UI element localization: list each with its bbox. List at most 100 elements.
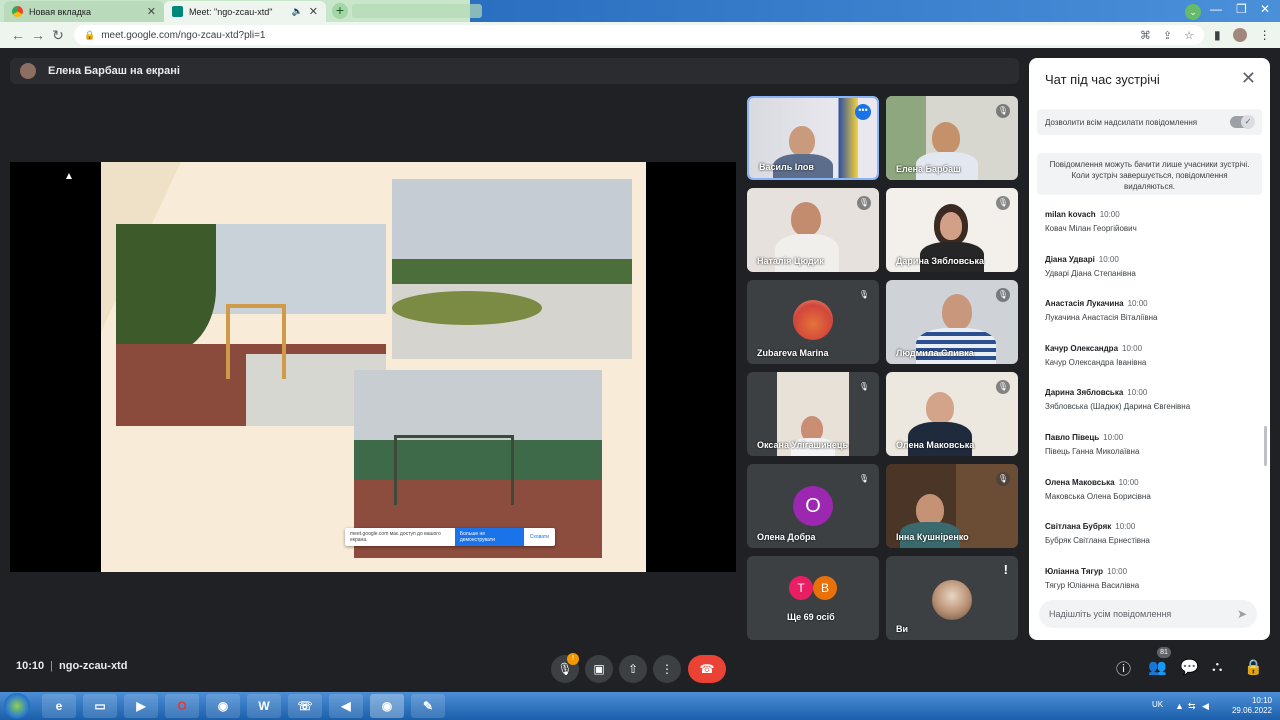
message-text: Удварі Діана Степанівна bbox=[1045, 269, 1136, 278]
presenter-avatar bbox=[20, 63, 36, 79]
maximize-button[interactable]: ❐ bbox=[1236, 2, 1247, 16]
message-text: Лукачина Анастасія Віталіївна bbox=[1045, 313, 1158, 322]
paint-icon[interactable]: ✎ bbox=[411, 694, 445, 718]
hide-notice-button[interactable]: Сховати bbox=[524, 534, 555, 540]
send-icon[interactable]: ➤ bbox=[1237, 607, 1247, 621]
host-controls-icon[interactable]: 🔒 bbox=[1244, 658, 1263, 676]
media-player-icon[interactable]: ▶ bbox=[124, 694, 158, 718]
message-text: Тягур Юліанна Василівна bbox=[1045, 581, 1140, 590]
participant-avatar bbox=[793, 300, 833, 340]
chat-input-placeholder: Надішліть усім повідомлення bbox=[1049, 609, 1172, 619]
internet-explorer-icon[interactable]: e bbox=[42, 694, 76, 718]
self-tile[interactable]: ! Ви bbox=[886, 556, 1018, 640]
shared-screen[interactable]: meet.google.com має доступ до вашого екр… bbox=[10, 162, 736, 572]
mic-off-icon: 🎙 bbox=[857, 380, 871, 394]
minimize-button[interactable]: — bbox=[1210, 2, 1222, 16]
volume-icon[interactable]: ◀ bbox=[1202, 701, 1209, 712]
tab-close-icon[interactable]: ✕ bbox=[309, 5, 318, 18]
meeting-details-icon[interactable]: ⓘ bbox=[1116, 658, 1131, 679]
new-tab-button[interactable]: + bbox=[332, 3, 348, 19]
side-panel-icon[interactable]: ▮ bbox=[1214, 28, 1221, 42]
participant-tile[interactable]: 🎙 Інна Кушніренко bbox=[886, 464, 1018, 548]
more-options-button[interactable]: ⋮ bbox=[653, 655, 681, 683]
chat-icon[interactable]: 💬 bbox=[1180, 658, 1199, 676]
file-explorer-icon[interactable]: ▭ bbox=[83, 694, 117, 718]
chat-message: Качур Олександра 10:00 Качур Олександра І… bbox=[1045, 340, 1255, 367]
participant-tile[interactable]: О 🎙 Олена Добра bbox=[747, 464, 879, 548]
viber-icon[interactable]: ☏ bbox=[288, 694, 322, 718]
participant-tile[interactable]: 🎙 Людмила Сливка bbox=[886, 280, 1018, 364]
participant-tile[interactable]: 🎙 Zubareva Marina bbox=[747, 280, 879, 364]
language-indicator[interactable]: UK bbox=[1152, 700, 1163, 709]
camera-button[interactable]: ▣ bbox=[585, 655, 613, 683]
participant-tile[interactable]: 🎙 Оксана Улігашинець bbox=[747, 372, 879, 456]
participant-name: Людмила Сливка bbox=[896, 348, 974, 358]
start-button[interactable] bbox=[4, 693, 30, 719]
mic-warning-badge: ! bbox=[567, 653, 579, 665]
message-sender: milan kovach bbox=[1045, 210, 1096, 219]
share-icon[interactable]: ⇪ bbox=[1163, 29, 1172, 42]
participant-tile[interactable]: 🎙 Олена Маковська bbox=[886, 372, 1018, 456]
allow-messages-toggle[interactable] bbox=[1230, 115, 1255, 129]
reload-icon[interactable]: ↻ bbox=[48, 27, 68, 44]
profile-avatar[interactable] bbox=[1232, 28, 1247, 42]
tray-arrow-icon[interactable]: ▲ bbox=[1175, 701, 1184, 711]
volume-app-icon[interactable]: ◀ bbox=[329, 694, 363, 718]
meeting-info: 10:10 | ngo-zcau-xtd bbox=[16, 660, 127, 672]
taskbar-time: 10:10 bbox=[1251, 696, 1272, 705]
message-time: 10:00 bbox=[1107, 567, 1128, 576]
participant-tile[interactable]: 🎙 Дарина Зябловська bbox=[886, 188, 1018, 272]
chat-message: Світлана Бубряк 10:00 Бубряк Світлана Ерн… bbox=[1045, 518, 1255, 545]
forward-icon[interactable]: → bbox=[28, 27, 48, 43]
window-close-button[interactable]: ✕ bbox=[1260, 2, 1270, 16]
taskbar-clock[interactable]: 10:10 29.06.2022 bbox=[1232, 696, 1272, 716]
chat-message: Анастасія Лукачина 10:00 Лукачина Анастас… bbox=[1045, 295, 1255, 322]
chat-scrollbar[interactable] bbox=[1264, 426, 1267, 466]
more-options-icon[interactable]: ••• bbox=[855, 104, 871, 120]
tab-meet[interactable]: Meet: "ngo-zcau-xtd" 🔈 ✕ bbox=[164, 1, 326, 22]
speaker-icon[interactable]: 🔈 bbox=[292, 6, 303, 17]
activities-icon[interactable]: ⛬ bbox=[1212, 658, 1223, 675]
tab-new-tab[interactable]: Новая вкладка ✕ bbox=[4, 1, 164, 22]
chat-input[interactable]: Надішліть усім повідомлення ➤ bbox=[1039, 600, 1257, 628]
separator: | bbox=[50, 660, 53, 672]
end-call-button[interactable]: ☎ bbox=[688, 655, 726, 683]
close-icon[interactable]: ✕ bbox=[1241, 68, 1256, 89]
playground-photo-2 bbox=[392, 179, 632, 359]
back-icon[interactable]: ← bbox=[8, 27, 28, 43]
message-text: Зябловська (Шадюк) Дарина Євгенівна bbox=[1045, 402, 1191, 411]
browser-menu-icon[interactable]: ⋮ bbox=[1259, 28, 1271, 42]
allow-messages-label: Дозволити всім надсилати повідомлення bbox=[1045, 117, 1198, 127]
message-time: 10:00 bbox=[1115, 522, 1136, 531]
people-icon[interactable]: 👥 bbox=[1148, 658, 1167, 676]
mic-off-icon: 🎙 bbox=[996, 288, 1010, 302]
tab-close-icon[interactable]: ✕ bbox=[147, 5, 156, 18]
chat-message: Олена Маковська 10:00 Маковська Олена Бор… bbox=[1045, 474, 1255, 501]
address-bar[interactable]: 🔒 meet.google.com/ngo-zcau-xtd?pli=1 ⌘ ⇪… bbox=[74, 25, 1204, 45]
word-icon[interactable]: W bbox=[247, 694, 281, 718]
message-time: 10:00 bbox=[1127, 388, 1148, 397]
alert-icon: ! bbox=[1003, 562, 1008, 577]
participant-tile[interactable]: 🎙 Наталія Цюдик bbox=[747, 188, 879, 272]
participant-avatar: B bbox=[813, 576, 837, 600]
translate-icon[interactable]: ⌘ bbox=[1140, 29, 1151, 42]
message-text: Ковач Мілан Георгійович bbox=[1045, 224, 1137, 233]
message-sender: Анастасія Лукачина bbox=[1045, 299, 1124, 308]
chrome-icon[interactable]: ◉ bbox=[206, 694, 240, 718]
stop-sharing-button[interactable]: Больше не демонструвати bbox=[454, 528, 524, 546]
participant-tile[interactable]: 🎙 Елена Барбаш bbox=[886, 96, 1018, 180]
opera-icon[interactable]: O bbox=[165, 694, 199, 718]
chat-title: Чат під час зустрічі bbox=[1045, 72, 1160, 87]
participant-name: Олена Добра bbox=[757, 532, 816, 542]
tab-search-button[interactable]: ⌄ bbox=[1185, 4, 1201, 20]
lock-icon[interactable]: 🔒 bbox=[84, 30, 95, 41]
allow-messages-row: Дозволити всім надсилати повідомлення bbox=[1037, 109, 1262, 135]
present-button[interactable]: ⇧ bbox=[619, 655, 647, 683]
bookmark-star-icon[interactable]: ☆ bbox=[1184, 29, 1194, 42]
meet-icon bbox=[172, 6, 183, 17]
participant-name: Олена Маковська bbox=[896, 440, 975, 450]
chrome-active-icon[interactable]: ◉ bbox=[370, 694, 404, 718]
more-participants-tile[interactable]: T B Ще 69 осіб bbox=[747, 556, 879, 640]
network-icon[interactable]: ⇆ bbox=[1188, 701, 1196, 712]
participant-tile[interactable]: ••• Василь Ілов bbox=[747, 96, 879, 180]
